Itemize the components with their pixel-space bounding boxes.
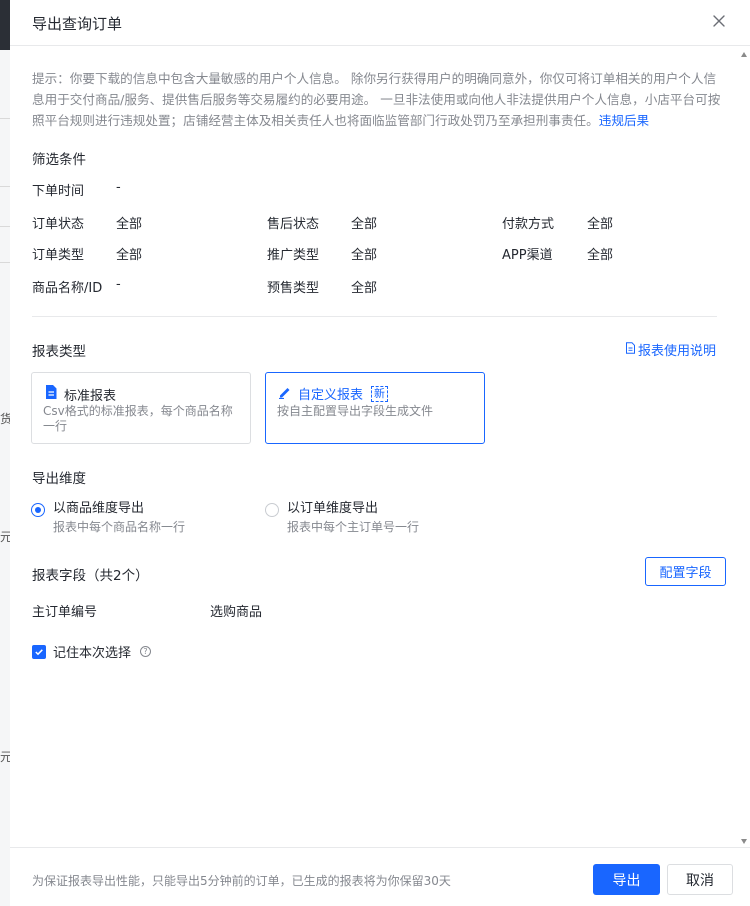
filter-label: 订单类型	[32, 248, 85, 263]
filter-value: 全部	[351, 248, 378, 263]
drawer-footer: 为保证报表导出性能，只能导出5分钟前的订单，已生成的报表将为你保留30天 导出 …	[10, 847, 750, 906]
radio-order-dimension[interactable]: 以订单维度导出 报表中每个主订单号一行	[265, 500, 419, 536]
background-divider	[0, 186, 10, 187]
radio-unselected-icon[interactable]	[265, 503, 279, 517]
file-icon	[44, 384, 58, 404]
report-type-title: 报表类型	[32, 344, 86, 360]
filter-value: 全部	[351, 217, 378, 232]
filter-label: 售后状态	[267, 217, 320, 232]
report-card-title-text: 自定义报表	[298, 388, 364, 403]
drawer-body: 提示：你要下载的信息中包含大量敏感的用户个人信息。 除你另行获得用户的明确同意外…	[10, 47, 750, 847]
pencil-icon	[278, 385, 292, 403]
export-orders-drawer: 导出查询订单 提示：你要下载的信息中包含大量敏感的用户个人信息。 除你另行获得用…	[10, 0, 750, 906]
drawer-header: 导出查询订单	[10, 0, 750, 46]
report-card-desc: Csv格式的标准报表，每个商品名称一行	[43, 404, 233, 433]
report-card-desc: 按自主配置导出字段生成文件	[277, 404, 434, 418]
radio-label: 以商品维度导出	[53, 501, 145, 516]
filter-label: 付款方式	[502, 217, 555, 232]
filter-value-order-time: -	[116, 180, 121, 195]
filter-label: 商品名称/ID	[32, 281, 103, 296]
filter-value: 全部	[351, 281, 378, 296]
filter-value: 全部	[587, 248, 614, 263]
scroll-up-arrow-icon[interactable]	[741, 52, 747, 57]
filter-value: 全部	[116, 217, 143, 232]
privacy-notice: 提示：你要下载的信息中包含大量敏感的用户个人信息。 除你另行获得用户的明确同意外…	[32, 68, 722, 131]
export-button[interactable]: 导出	[593, 864, 660, 895]
report-help-link-label: 报表使用说明	[637, 344, 716, 359]
radio-selected-icon[interactable]	[31, 503, 45, 517]
violation-consequences-link[interactable]: 违规后果	[599, 113, 649, 128]
remember-selection-label: 记住本次选择	[53, 646, 132, 661]
cancel-button[interactable]: 取消	[667, 864, 733, 895]
fields-title: 报表字段（共2个）	[32, 568, 149, 584]
close-icon[interactable]	[710, 12, 728, 30]
background-divider	[0, 118, 10, 119]
report-card-title: 标准报表	[44, 384, 116, 404]
document-icon	[625, 341, 636, 358]
report-card-title: 自定义报表 新	[278, 384, 389, 403]
question-icon[interactable]: ?	[140, 646, 152, 657]
filter-value: -	[116, 277, 121, 292]
configure-fields-button[interactable]: 配置字段	[645, 557, 726, 586]
report-field: 主订单编号	[32, 605, 98, 620]
filter-value: 全部	[116, 248, 143, 263]
dimension-title: 导出维度	[32, 471, 86, 487]
report-card-standard[interactable]: 标准报表 Csv格式的标准报表，每个商品名称一行	[31, 372, 251, 444]
filter-label: APP渠道	[502, 248, 553, 263]
background-divider	[0, 226, 10, 227]
new-badge: 新	[371, 385, 389, 402]
footer-note: 为保证报表导出性能，只能导出5分钟前的订单，已生成的报表将为你保留30天	[32, 874, 451, 888]
radio-product-dimension[interactable]: 以商品维度导出 报表中每个商品名称一行	[31, 500, 185, 536]
filter-value: 全部	[587, 217, 614, 232]
checkbox-checked-icon[interactable]	[32, 644, 46, 659]
radio-label: 以订单维度导出	[287, 501, 379, 516]
drawer-title: 导出查询订单	[32, 15, 123, 33]
report-field: 选购商品	[210, 605, 263, 620]
scrollbar[interactable]	[738, 47, 750, 847]
background-app-header	[0, 0, 10, 50]
background-divider	[0, 262, 10, 263]
report-card-custom[interactable]: 自定义报表 新 按自主配置导出字段生成文件	[265, 372, 485, 444]
filter-label: 预售类型	[267, 281, 320, 296]
background-app-edge: 货 元 元	[0, 0, 12, 906]
scroll-down-arrow-icon[interactable]	[741, 839, 747, 844]
radio-sub: 报表中每个商品名称一行	[53, 520, 186, 534]
filter-label: 订单状态	[32, 217, 85, 232]
filter-label: 推广类型	[267, 248, 320, 263]
report-help-link[interactable]: 报表使用说明	[625, 340, 716, 359]
filters-title: 筛选条件	[32, 152, 86, 168]
section-divider	[32, 316, 717, 317]
remember-selection-checkbox[interactable]: 记住本次选择 ?	[32, 642, 152, 661]
radio-sub: 报表中每个主订单号一行	[287, 520, 420, 534]
report-card-title-text: 标准报表	[64, 388, 117, 404]
filter-label-order-time: 下单时间	[32, 184, 85, 199]
